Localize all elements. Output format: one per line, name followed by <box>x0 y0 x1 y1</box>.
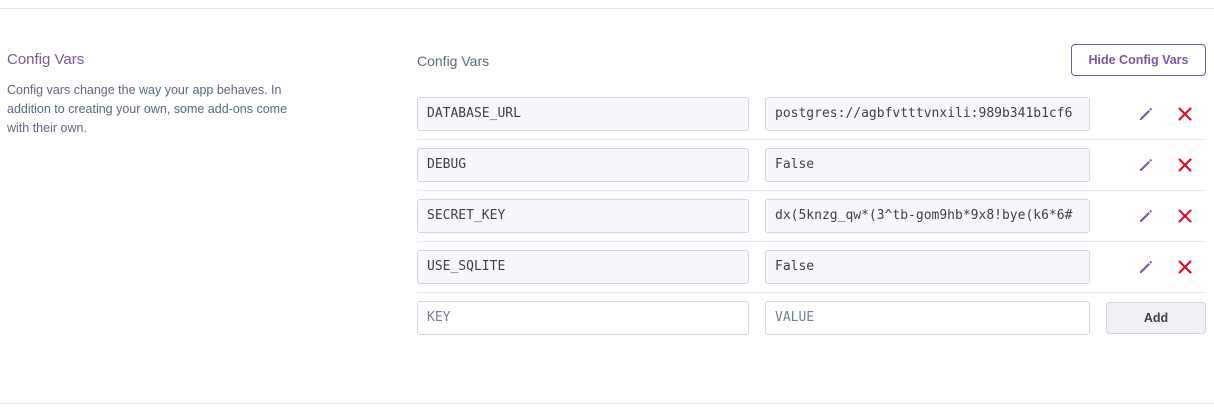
config-var-value-field[interactable]: False <box>765 250 1090 284</box>
section-title: Config Vars <box>7 51 85 68</box>
config-var-value-field[interactable]: False <box>765 148 1090 182</box>
config-var-value-field[interactable]: postgres://agbfvtttvnxili:989b341b1cf6 <box>765 97 1090 131</box>
config-var-row: USE_SQLITE False <box>417 250 1206 301</box>
pencil-icon[interactable] <box>1136 155 1156 175</box>
row-divider <box>417 241 1206 242</box>
row-divider <box>417 292 1206 293</box>
row-divider <box>417 139 1206 140</box>
row-divider <box>417 190 1206 191</box>
hide-config-vars-button[interactable]: Hide Config Vars <box>1071 44 1206 76</box>
new-value-input[interactable]: VALUE <box>765 301 1090 335</box>
config-var-row: DEBUG False <box>417 148 1206 199</box>
config-var-key-field[interactable]: SECRET_KEY <box>417 199 749 233</box>
config-var-key-field[interactable]: DATABASE_URL <box>417 97 749 131</box>
config-var-key-field[interactable]: DEBUG <box>417 148 749 182</box>
top-divider <box>0 8 1214 9</box>
x-icon[interactable] <box>1175 155 1195 175</box>
x-icon[interactable] <box>1175 104 1195 124</box>
new-config-var-row: KEY VALUE Add <box>417 301 1206 352</box>
config-var-key-field[interactable]: USE_SQLITE <box>417 250 749 284</box>
pencil-icon[interactable] <box>1136 206 1156 226</box>
bottom-divider <box>0 403 1214 404</box>
pencil-icon[interactable] <box>1136 104 1156 124</box>
x-icon[interactable] <box>1175 206 1195 226</box>
section-description: Config vars change the way your app beha… <box>7 83 288 135</box>
config-var-row: DATABASE_URL postgres://agbfvtttvnxili:9… <box>417 97 1206 148</box>
new-key-input[interactable]: KEY <box>417 301 749 335</box>
x-icon[interactable] <box>1175 257 1195 277</box>
pencil-icon[interactable] <box>1136 257 1156 277</box>
config-var-row: SECRET_KEY dx(5knzg_qw*(3^tb-gom9hb*9x8!… <box>417 199 1206 250</box>
add-button[interactable]: Add <box>1106 302 1206 334</box>
config-var-value-field[interactable]: dx(5knzg_qw*(3^tb-gom9hb*9x8!bye(k6*6# <box>765 199 1090 233</box>
config-vars-heading: Config Vars <box>417 53 490 69</box>
